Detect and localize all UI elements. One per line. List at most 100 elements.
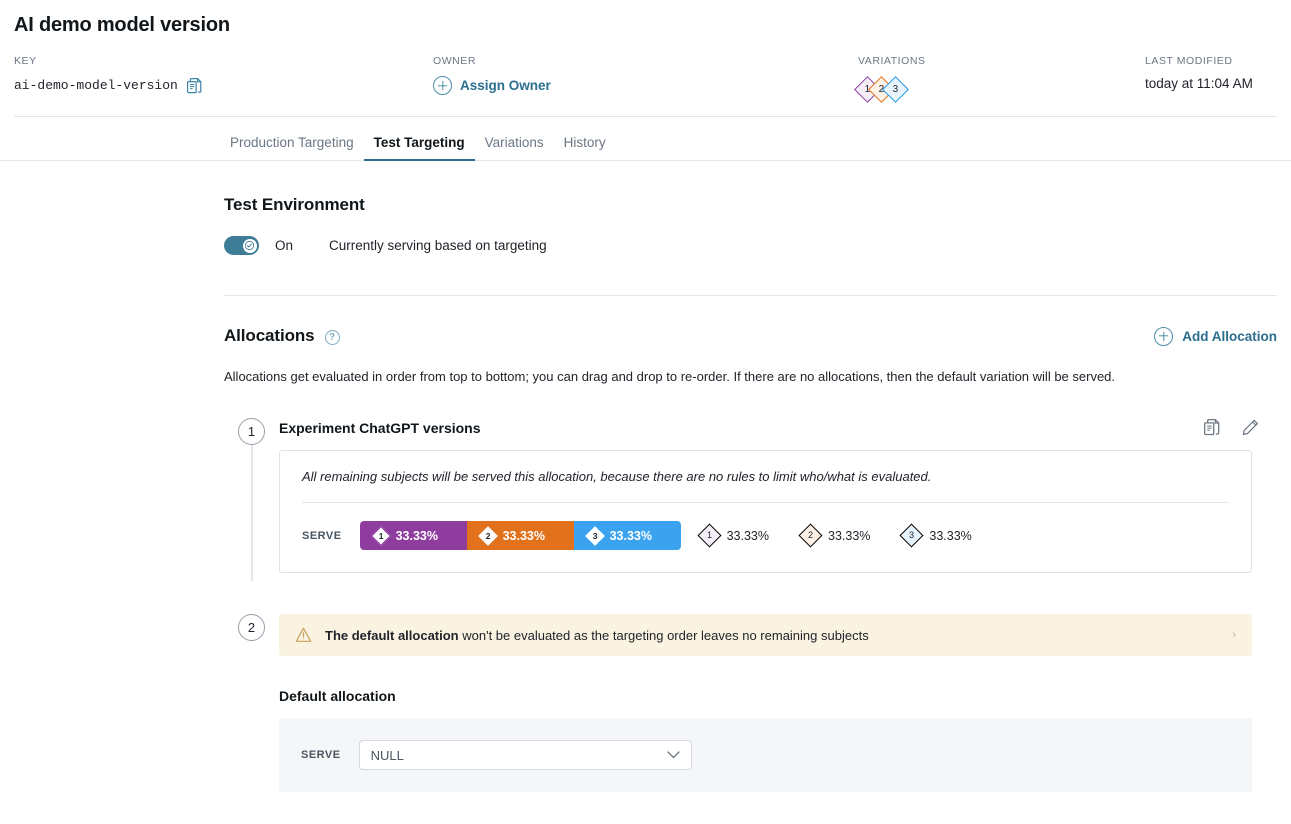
- allocation-actions: [1204, 419, 1277, 436]
- key-label: KEY: [14, 55, 37, 67]
- default-variation-select[interactable]: NULL: [358, 740, 692, 770]
- page-header: AI demo model version KEY ai-demo-model-…: [0, 0, 1291, 117]
- toggle-description: Currently serving based on targeting: [329, 238, 547, 253]
- allocation-legend: 1 33.33% 2 33.33% 3 33.33%: [697, 523, 972, 548]
- default-serve-label: SERVE: [301, 749, 341, 761]
- key-value: ai-demo-model-version: [14, 78, 178, 93]
- default-allocation-body: The default allocation won't be evaluate…: [279, 607, 1277, 792]
- toggle-state-label: On: [275, 238, 294, 253]
- tab-bar: Production Targeting Test Targeting Vari…: [0, 117, 1291, 161]
- page-title: AI demo model version: [14, 14, 230, 36]
- warning-text-rest: won't be evaluated as the targeting orde…: [458, 627, 869, 643]
- allocation-step-2: 2 The default allocation won't be evalua…: [224, 607, 1277, 792]
- tab-history[interactable]: History: [554, 135, 616, 161]
- section-divider: [224, 295, 1277, 296]
- allocation-steps: 1 Experiment ChatGPT versions All remain…: [224, 411, 1277, 792]
- legend-item-1: 1 33.33%: [697, 523, 769, 548]
- tab-variations[interactable]: Variations: [475, 135, 554, 161]
- help-icon[interactable]: ?: [324, 330, 340, 345]
- assign-owner-button[interactable]: Assign Owner: [433, 76, 551, 95]
- key-column: KEY ai-demo-model-version: [14, 55, 433, 94]
- allocation-segment-2-percent: 33.33%: [502, 528, 545, 543]
- toggle-knob: [242, 238, 257, 253]
- allocation-bar: 1 33.33% 2 33.33% 3 33.33%: [359, 521, 681, 550]
- allocation-step-1: 1 Experiment ChatGPT versions All remain…: [224, 411, 1277, 581]
- step-connector-line: [250, 445, 253, 581]
- assign-owner-label: Assign Owner: [460, 78, 551, 93]
- variation-badges: 1 2 3: [854, 75, 1145, 103]
- legend-diamond-2-label: 2: [807, 529, 814, 540]
- allocation-note: All remaining subjects will be served th…: [302, 469, 932, 484]
- legend-item-2: 2 33.33%: [798, 523, 871, 548]
- variation-diamond-2: 2: [477, 525, 498, 546]
- allocation-title-row: Experiment ChatGPT versions: [279, 411, 1277, 436]
- owner-column: OWNER Assign Owner: [433, 55, 858, 100]
- allocation-card: All remaining subjects will be served th…: [279, 450, 1252, 573]
- legend-item-3: 3 33.33%: [899, 523, 972, 548]
- legend-diamond-2: 2: [798, 523, 823, 548]
- warning-triangle-icon: [295, 627, 312, 643]
- variation-diamond-1-label: 1: [378, 530, 383, 541]
- allocations-title: Allocations: [224, 326, 315, 345]
- allocations-header: Allocations ? Add Allocation: [224, 326, 1277, 346]
- allocation-segment-2[interactable]: 2 33.33%: [466, 521, 574, 550]
- default-allocation-card: SERVE NULL: [279, 718, 1252, 792]
- copy-icon[interactable]: [1204, 419, 1220, 436]
- tab-production-targeting[interactable]: Production Targeting: [230, 135, 364, 161]
- test-environment-section: Test Environment On Currently serving ba…: [224, 161, 1277, 255]
- metadata-row: KEY ai-demo-model-version OWNER Assign O…: [14, 55, 1277, 117]
- add-allocation-button[interactable]: Add Allocation: [1154, 326, 1277, 346]
- main-content: Test Environment On Currently serving ba…: [0, 161, 1291, 792]
- test-environment-title: Test Environment: [224, 195, 365, 214]
- key-value-wrap: ai-demo-model-version: [14, 77, 202, 94]
- step-number-2: 2: [238, 614, 265, 641]
- pencil-icon[interactable]: [1242, 419, 1259, 436]
- variation-badge-3-label: 3: [892, 83, 899, 94]
- chevron-right-icon[interactable]: ›: [1220, 629, 1236, 641]
- default-variation-value: NULL: [370, 747, 404, 763]
- variations-label: VARIATIONS: [858, 55, 926, 67]
- chevron-down-icon: [666, 751, 680, 759]
- copy-icon[interactable]: [186, 77, 202, 94]
- allocation-segment-3-percent: 33.33%: [609, 528, 652, 543]
- variations-column: VARIATIONS 1 2 3: [854, 55, 1145, 103]
- add-allocation-label: Add Allocation: [1182, 328, 1277, 344]
- test-environment-toggle[interactable]: [224, 236, 259, 255]
- legend-percent-3: 33.33%: [929, 528, 972, 543]
- allocation-segment-3[interactable]: 3 33.33%: [573, 521, 681, 550]
- legend-percent-2: 33.33%: [828, 528, 871, 543]
- variation-diamond-3-label: 3: [592, 530, 597, 541]
- plus-circle-icon: [1154, 326, 1174, 346]
- variation-badge-3[interactable]: 3: [882, 75, 909, 103]
- step-gutter-1: 1: [224, 411, 279, 581]
- warning-banner: The default allocation won't be evaluate…: [279, 614, 1252, 656]
- variation-diamond-1: 1: [370, 525, 391, 546]
- step-number-1: 1: [238, 418, 265, 445]
- last-modified-value: today at 11:04 AM: [1145, 76, 1253, 91]
- serve-row: SERVE 1 33.33% 2 33.33% 3 33.33% 1 33.33…: [302, 521, 1229, 550]
- step-gutter-2: 2: [224, 607, 279, 792]
- default-allocation-title: Default allocation: [279, 688, 396, 704]
- allocation-title: Experiment ChatGPT versions: [279, 419, 481, 436]
- last-modified-column: LAST MODIFIED today at 11:04 AM: [1145, 55, 1253, 91]
- allocation-body-1: Experiment ChatGPT versions All remainin…: [279, 411, 1277, 573]
- allocation-segment-1-percent: 33.33%: [395, 528, 438, 543]
- tab-test-targeting[interactable]: Test Targeting: [363, 135, 475, 161]
- variation-diamond-3: 3: [584, 525, 605, 546]
- allocations-description: Allocations get evaluated in order from …: [224, 369, 1116, 384]
- legend-diamond-1: 1: [697, 523, 722, 548]
- warning-text: The default allocation won't be evaluate…: [325, 628, 869, 643]
- allocation-card-divider: [302, 502, 1229, 503]
- allocation-segment-1[interactable]: 1 33.33%: [359, 521, 467, 550]
- last-modified-label: LAST MODIFIED: [1145, 55, 1233, 67]
- variation-diamond-2-label: 2: [485, 530, 490, 541]
- serve-label: SERVE: [302, 529, 342, 542]
- legend-diamond-3-label: 3: [909, 529, 915, 540]
- owner-label: OWNER: [433, 55, 476, 67]
- legend-percent-1: 33.33%: [726, 528, 769, 543]
- test-environment-toggle-row: On Currently serving based on targeting: [224, 236, 1277, 255]
- legend-diamond-3: 3: [899, 523, 924, 548]
- warning-text-bold: The default allocation: [325, 627, 459, 643]
- plus-circle-icon: [433, 76, 452, 95]
- legend-diamond-1-label: 1: [706, 529, 712, 540]
